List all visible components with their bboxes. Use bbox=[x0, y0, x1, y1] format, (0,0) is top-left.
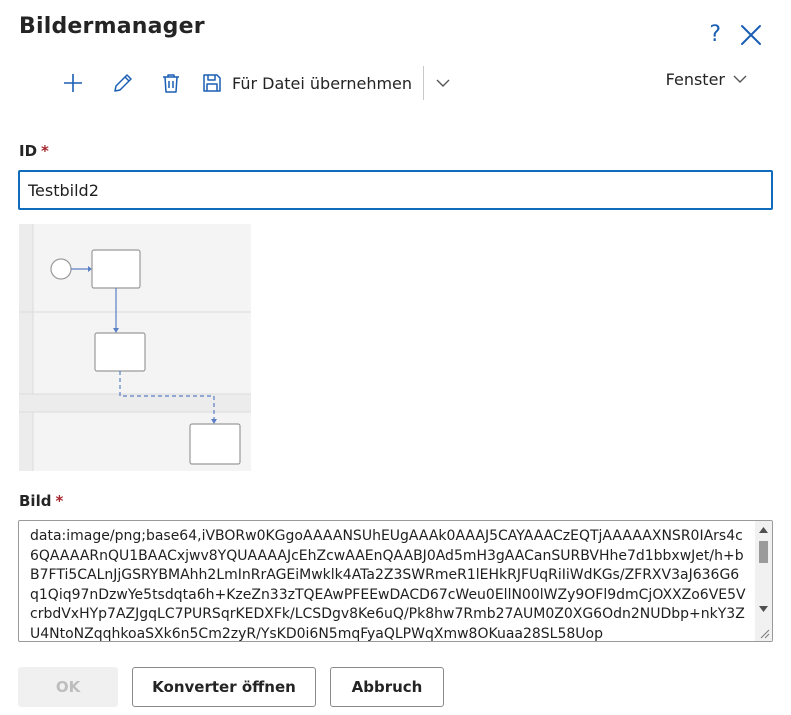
close-icon[interactable] bbox=[739, 22, 763, 48]
open-converter-button[interactable]: Konverter öffnen bbox=[132, 667, 316, 707]
save-to-file-label: Für Datei übernehmen bbox=[232, 73, 413, 93]
title-actions: ? bbox=[709, 22, 763, 48]
plus-icon bbox=[64, 74, 82, 92]
id-input[interactable] bbox=[18, 170, 773, 210]
required-marker: * bbox=[55, 492, 64, 510]
scroll-up-button[interactable] bbox=[755, 521, 772, 538]
triangle-down-icon bbox=[759, 605, 768, 612]
window-menu[interactable]: Fenster bbox=[666, 70, 747, 89]
required-marker: * bbox=[41, 142, 49, 160]
id-label: ID * bbox=[19, 142, 49, 160]
scrollbar-thumb[interactable] bbox=[759, 541, 768, 563]
more-options-button[interactable] bbox=[430, 66, 456, 100]
bild-label-text: Bild bbox=[19, 492, 52, 510]
chevron-down-icon bbox=[733, 75, 747, 83]
id-label-text: ID bbox=[19, 142, 38, 160]
save-icon bbox=[203, 74, 221, 92]
image-preview bbox=[19, 224, 251, 471]
chevron-down-icon bbox=[436, 79, 450, 87]
resize-grip-icon[interactable] bbox=[758, 627, 770, 639]
bild-data-text[interactable]: data:image/png;base64,iVBORw0KGgoAAAANSU… bbox=[30, 527, 748, 641]
window-menu-label: Fenster bbox=[665, 70, 725, 89]
edit-button[interactable] bbox=[108, 66, 138, 100]
pencil-icon bbox=[114, 74, 132, 92]
diagram-thumbnail bbox=[19, 224, 251, 471]
dialog-title: Bildermanager bbox=[19, 14, 205, 39]
add-button[interactable] bbox=[58, 66, 88, 100]
dialog-footer: OK Konverter öffnen Abbruch bbox=[18, 667, 444, 707]
triangle-up-icon bbox=[759, 526, 768, 533]
help-icon[interactable]: ? bbox=[709, 22, 721, 48]
trash-icon bbox=[163, 74, 179, 93]
save-to-file-button[interactable]: Für Datei übernehmen bbox=[200, 66, 422, 100]
toolbar: Für Datei übernehmen bbox=[58, 66, 456, 100]
ok-button[interactable]: OK bbox=[18, 667, 118, 707]
cancel-button[interactable]: Abbruch bbox=[330, 667, 444, 707]
bild-textarea[interactable]: data:image/png;base64,iVBORw0KGgoAAAANSU… bbox=[18, 520, 773, 642]
scroll-down-button[interactable] bbox=[755, 600, 772, 617]
image-manager-dialog: Bildermanager ? Für Datei übernehmen Fen… bbox=[0, 0, 791, 715]
delete-button[interactable] bbox=[156, 66, 186, 100]
toolbar-divider bbox=[423, 66, 425, 100]
bild-label: Bild * bbox=[19, 492, 63, 510]
vertical-scrollbar[interactable] bbox=[755, 521, 772, 641]
